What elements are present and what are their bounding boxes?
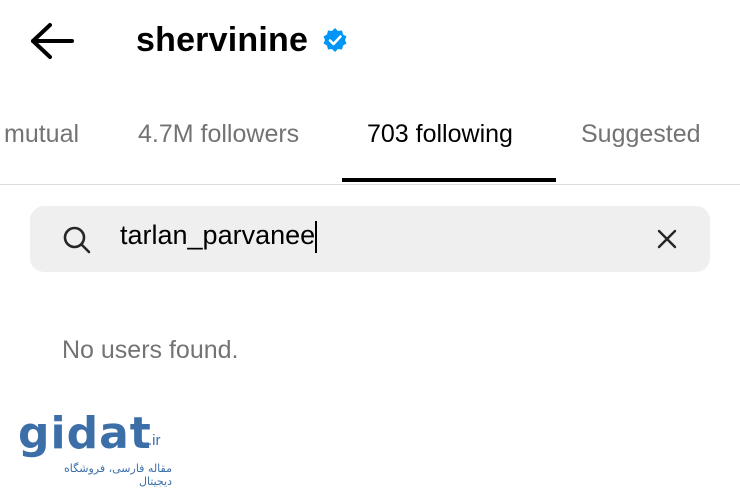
clear-search-button[interactable] (654, 226, 680, 252)
active-tab-indicator (342, 178, 556, 182)
watermark-brand: gidat (18, 408, 152, 459)
empty-results-message: No users found. (62, 336, 239, 364)
search-icon (63, 226, 91, 254)
following-screen: shervinine mutual 4.7M followers 703 fol… (0, 0, 740, 490)
follow-tabs: mutual 4.7M followers 703 following Sugg… (0, 100, 740, 185)
tab-followers[interactable]: 4.7M followers (138, 120, 299, 149)
tab-following[interactable]: 703 following (367, 120, 513, 149)
search-input[interactable]: tarlan_parvanee (120, 220, 620, 258)
watermark-logo: gidat .ir مقاله فارسی، فروشگاه دیجیتال (12, 408, 172, 488)
tab-mutual[interactable]: mutual (4, 120, 79, 149)
profile-header: shervinine (136, 18, 348, 62)
close-icon (657, 229, 677, 249)
text-caret (315, 220, 318, 253)
search-input-value: tarlan_parvanee (120, 220, 316, 250)
verified-badge-icon (322, 27, 348, 53)
username-title: shervinine (136, 20, 309, 59)
tab-suggested[interactable]: Suggested (581, 120, 701, 149)
watermark-tagline: مقاله فارسی، فروشگاه دیجیتال (64, 462, 172, 488)
watermark-tld: .ir (148, 432, 161, 449)
back-button[interactable] (28, 20, 78, 62)
search-bar[interactable]: tarlan_parvanee (30, 206, 710, 272)
arrow-left-icon (31, 23, 74, 59)
